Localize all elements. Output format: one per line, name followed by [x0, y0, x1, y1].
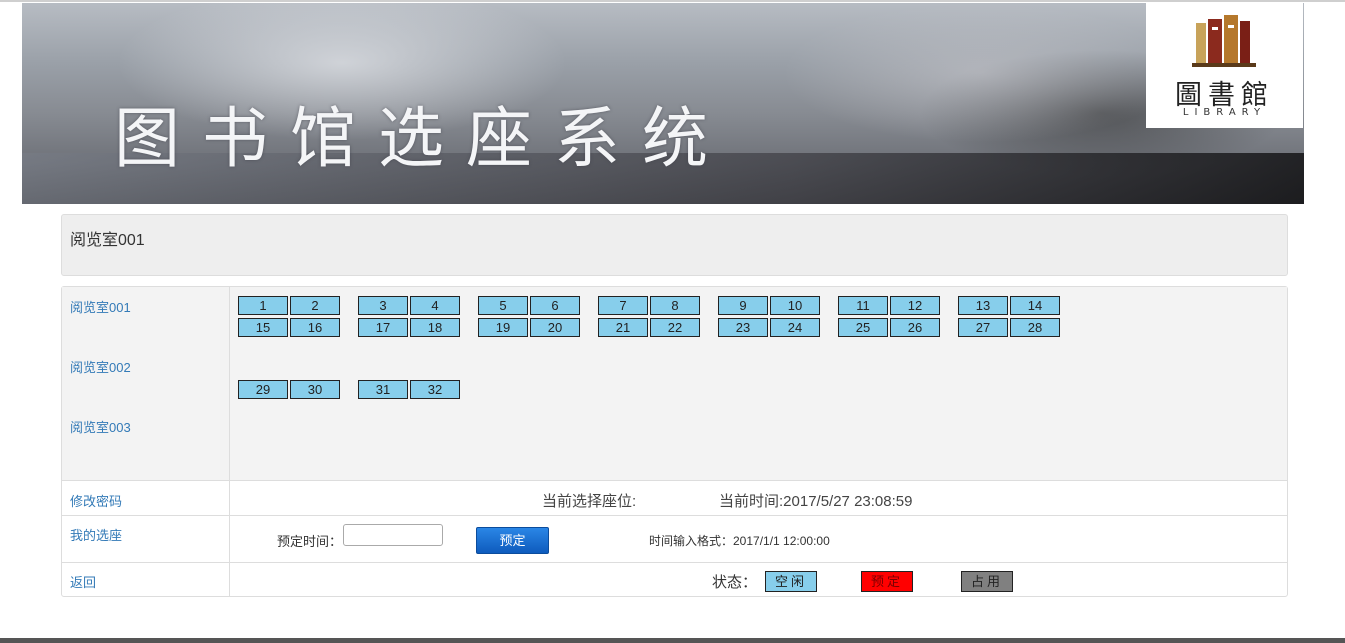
seat-23[interactable]: 23 — [718, 318, 768, 337]
seat-14[interactable]: 14 — [1010, 296, 1060, 315]
logo-english-text: LIBRARY — [1182, 107, 1267, 118]
seat-32[interactable]: 32 — [410, 380, 460, 399]
seat-31[interactable]: 31 — [358, 380, 408, 399]
seat-13[interactable]: 13 — [958, 296, 1008, 315]
seat-7[interactable]: 7 — [598, 296, 648, 315]
time-format-hint: 时间输入格式：2017/1/1 12:00:00 — [649, 534, 830, 548]
current-seat-label: 当前选择座位: — [542, 493, 637, 510]
seat-10[interactable]: 10 — [770, 296, 820, 315]
seat-12[interactable]: 12 — [890, 296, 940, 315]
main-table: 阅览室001 阅览室002 阅览室003 修改密码 我的选座 返回 当前选择座位… — [61, 286, 1288, 597]
seat-28[interactable]: 28 — [1010, 318, 1060, 337]
seat-8[interactable]: 8 — [650, 296, 700, 315]
status-label: 状态： — [712, 574, 758, 591]
seat-29[interactable]: 29 — [238, 380, 288, 399]
seat-26[interactable]: 26 — [890, 318, 940, 337]
book-button[interactable]: 预定 — [476, 527, 549, 554]
sidebar: 阅览室001 阅览室002 阅览室003 修改密码 我的选座 返回 — [62, 287, 230, 596]
library-logo: 圖書館 LIBRARY — [1146, 3, 1303, 128]
back-link[interactable]: 返回 — [70, 572, 96, 591]
seat-3[interactable]: 3 — [358, 296, 408, 315]
current-time: 当前时间:2017/5/27 23:08:59 — [719, 493, 913, 510]
seat-11[interactable]: 11 — [838, 296, 888, 315]
my-seat-link[interactable]: 我的选座 — [70, 525, 122, 544]
seat-20[interactable]: 20 — [530, 318, 580, 337]
legend-free: 空闲 — [765, 571, 817, 592]
seat-4[interactable]: 4 — [410, 296, 460, 315]
seat-2[interactable]: 2 — [290, 296, 340, 315]
seat-22[interactable]: 22 — [650, 318, 700, 337]
banner: 图书馆选座系统 — [22, 3, 1304, 204]
seat-6[interactable]: 6 — [530, 296, 580, 315]
seat-21[interactable]: 21 — [598, 318, 648, 337]
library-logo-icon — [1192, 15, 1256, 67]
seat-19[interactable]: 19 — [478, 318, 528, 337]
room-header-panel: 阅览室001 — [61, 214, 1288, 276]
seat-18[interactable]: 18 — [410, 318, 460, 337]
seat-30[interactable]: 30 — [290, 380, 340, 399]
seat-5[interactable]: 5 — [478, 296, 528, 315]
seat-15[interactable]: 15 — [238, 318, 288, 337]
seat-1[interactable]: 1 — [238, 296, 288, 315]
sidebar-item-room-002[interactable]: 阅览室002 — [70, 357, 131, 376]
bottom-bar — [0, 638, 1345, 643]
change-password-link[interactable]: 修改密码 — [70, 491, 122, 510]
legend-booked: 预定 — [861, 571, 913, 592]
legend-occupied: 占用 — [961, 571, 1013, 592]
room-title: 阅览室001 — [70, 232, 145, 249]
seat-9[interactable]: 9 — [718, 296, 768, 315]
seat-17[interactable]: 17 — [358, 318, 408, 337]
seat-16[interactable]: 16 — [290, 318, 340, 337]
seat-27[interactable]: 27 — [958, 318, 1008, 337]
top-border — [0, 0, 1345, 2]
seat-25[interactable]: 25 — [838, 318, 888, 337]
booking-time-input[interactable] — [343, 524, 443, 546]
banner-title: 图书馆选座系统 — [114, 100, 730, 177]
sidebar-item-room-001[interactable]: 阅览室001 — [70, 297, 131, 316]
seat-24[interactable]: 24 — [770, 318, 820, 337]
booking-time-label: 预定时间： — [277, 534, 343, 549]
sidebar-item-room-003[interactable]: 阅览室003 — [70, 417, 131, 436]
